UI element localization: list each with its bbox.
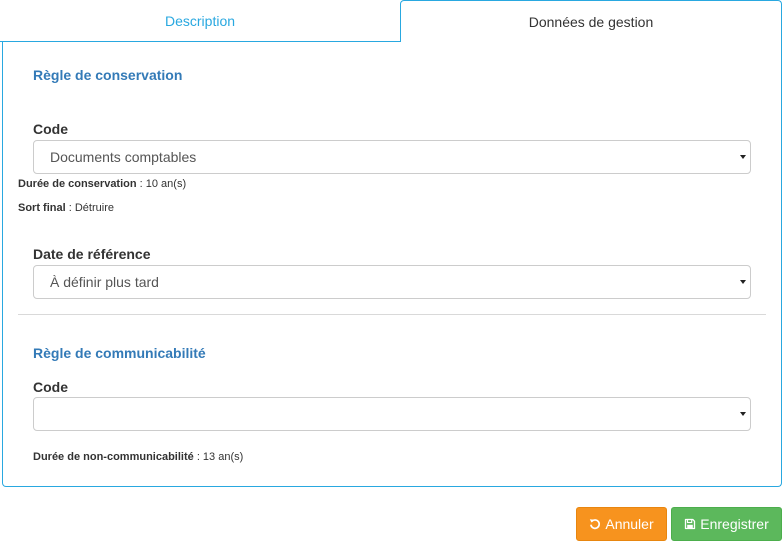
cancel-button-label: Annuler <box>605 516 654 532</box>
tab-description[interactable]: Description <box>0 0 400 42</box>
reference-date-label: Date de référence <box>33 246 151 262</box>
chevron-down-icon <box>738 141 748 173</box>
conservation-code-label: Code <box>33 121 68 137</box>
save-button-label: Enregistrer <box>700 516 769 532</box>
section-divider <box>18 314 766 315</box>
conservation-code-value: Documents comptables <box>50 149 197 165</box>
chevron-down-icon <box>738 266 748 298</box>
conservation-duration-label: Durée de conservation <box>18 178 137 190</box>
communicability-code-label: Code <box>33 379 68 395</box>
conservation-section-title: Règle de conservation <box>33 67 183 83</box>
tab-bar: Description Données de gestion <box>0 0 782 42</box>
save-button[interactable]: Enregistrer <box>671 507 782 541</box>
conservation-code-select[interactable]: Documents comptables <box>33 140 751 174</box>
reference-date-value: À définir plus tard <box>50 274 159 290</box>
final-disposition-label: Sort final <box>18 202 66 214</box>
final-disposition-value: : Détruire <box>68 202 114 214</box>
communicability-code-select[interactable] <box>33 397 751 431</box>
floppy-disk-icon <box>684 518 696 530</box>
communicability-section-title: Règle de communicabilité <box>33 345 206 361</box>
tab-donnees-de-gestion[interactable]: Données de gestion <box>400 0 782 42</box>
non-communicability-duration-value: : 13 an(s) <box>196 451 244 463</box>
reference-date-select[interactable]: À définir plus tard <box>33 265 751 299</box>
conservation-duration: Durée de conservation : 10 an(s) <box>18 178 186 190</box>
non-communicability-duration-label: Durée de non-communicabilité <box>33 451 194 463</box>
conservation-duration-value: : 10 an(s) <box>139 178 187 190</box>
cancel-button[interactable]: Annuler <box>576 507 667 541</box>
final-disposition: Sort final : Détruire <box>18 202 114 214</box>
undo-icon <box>589 518 601 530</box>
chevron-down-icon <box>738 398 748 430</box>
non-communicability-duration: Durée de non-communicabilité : 13 an(s) <box>33 451 243 463</box>
